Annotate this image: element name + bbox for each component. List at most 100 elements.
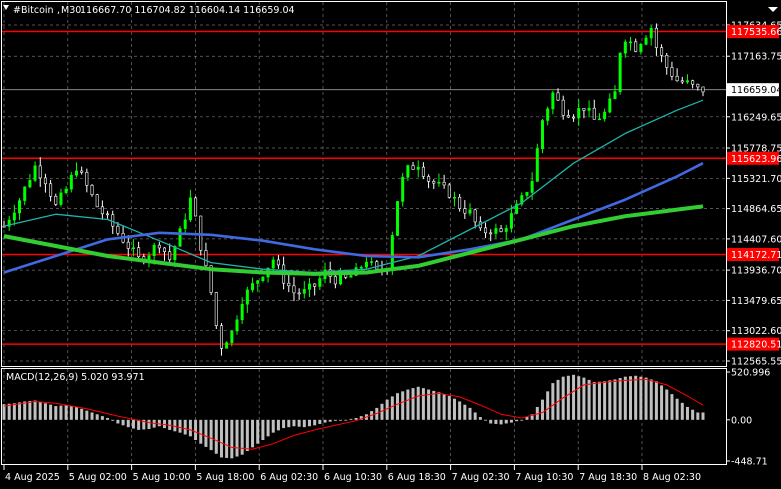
candle-body xyxy=(349,275,353,278)
candle-body xyxy=(421,166,425,177)
macd-bar xyxy=(696,412,700,420)
macd-bar xyxy=(344,419,348,421)
candle-body xyxy=(54,196,58,205)
y-tick-label: 114407.60 xyxy=(731,234,781,245)
candle-body xyxy=(43,177,47,185)
macd-bar xyxy=(623,376,627,420)
macd-bar xyxy=(194,419,198,441)
macd-bar xyxy=(292,419,296,427)
macd-bar xyxy=(401,391,405,420)
candle-body xyxy=(540,120,544,150)
macd-bar xyxy=(608,380,612,420)
macd-bar xyxy=(214,419,218,454)
candle-body xyxy=(49,183,53,197)
macd-bar xyxy=(437,392,441,420)
candle-body xyxy=(307,283,311,290)
macd-bar xyxy=(59,405,63,420)
candle-body xyxy=(214,292,218,326)
macd-bar xyxy=(240,419,244,455)
macd-bar xyxy=(33,400,37,420)
candle-body xyxy=(390,235,394,271)
macd-bar xyxy=(333,419,337,421)
macd-bar xyxy=(251,419,255,448)
macd-bar xyxy=(64,405,68,420)
macd-bar xyxy=(432,390,436,420)
y-tick-label: 116249.65 xyxy=(731,112,781,123)
macd-bar xyxy=(147,419,151,429)
macd-bar xyxy=(421,388,425,420)
macd-bar xyxy=(546,391,550,420)
macd-bar xyxy=(12,403,16,420)
candle-body xyxy=(691,80,695,85)
macd-bar xyxy=(111,419,115,421)
macd-bar xyxy=(339,419,343,421)
macd-bar xyxy=(28,401,32,420)
macd-bar xyxy=(582,377,586,420)
x-tick-label: 8 Aug 02:30 xyxy=(643,472,701,483)
macd-bar xyxy=(2,404,6,420)
x-tick-label: 7 Aug 02:30 xyxy=(452,472,510,483)
candle-body xyxy=(629,41,633,44)
macd-bar xyxy=(69,406,73,420)
x-tick-label: 6 Aug 18:30 xyxy=(388,472,446,483)
candle-body xyxy=(654,27,658,48)
macd-bar xyxy=(499,419,503,425)
candle-body xyxy=(556,92,560,101)
macd-bar xyxy=(163,419,167,429)
candle-body xyxy=(530,181,534,193)
macd-bar xyxy=(54,406,58,420)
x-tick-label: 7 Aug 10:30 xyxy=(515,472,573,483)
macd-bar xyxy=(100,416,104,420)
macd-bar xyxy=(225,419,229,458)
x-tick-label: 5 Aug 02:00 xyxy=(69,472,127,483)
candle-body xyxy=(675,75,679,82)
macd-bar xyxy=(266,419,270,437)
macd-bar xyxy=(494,419,498,424)
macd-bar xyxy=(592,382,596,420)
macd-bar xyxy=(23,401,27,420)
macd-bar xyxy=(396,393,400,420)
candle-body xyxy=(494,228,498,234)
candle-body xyxy=(613,91,617,100)
candle-body xyxy=(251,283,255,291)
candle-body xyxy=(116,225,120,234)
candle-body xyxy=(204,250,208,267)
macd-bar xyxy=(556,379,560,420)
candle-body xyxy=(230,330,234,343)
macd-bar xyxy=(38,401,42,420)
macd-bar xyxy=(183,419,187,435)
macd-bar xyxy=(95,414,99,420)
trading-chart[interactable]: 117634.65117163.75116249.65115778.751153… xyxy=(0,0,781,489)
candle-body xyxy=(458,196,462,209)
candle-body xyxy=(572,116,576,119)
macd-bar xyxy=(660,385,664,420)
macd-bar xyxy=(126,419,130,428)
candle-body xyxy=(80,170,84,173)
candle-body xyxy=(489,232,493,235)
candle-body xyxy=(302,289,306,294)
candle-body xyxy=(603,111,607,120)
macd-bar xyxy=(484,419,488,421)
macd-bar xyxy=(416,386,420,420)
macd-bar xyxy=(411,388,415,420)
macd-bar xyxy=(613,379,617,420)
candle-body xyxy=(18,200,22,214)
candle-body xyxy=(168,251,172,261)
candle-body xyxy=(235,319,239,332)
macd-bar xyxy=(654,381,658,420)
macd-bar xyxy=(74,406,78,420)
candle-body xyxy=(245,289,249,305)
macd-bar xyxy=(276,419,280,431)
macd-bar xyxy=(173,419,177,432)
macd-title: MACD(12,26,9) 5.020 93.971 xyxy=(6,372,145,383)
symbol-label: #Bitcoin xyxy=(13,5,54,16)
candle-body xyxy=(535,148,539,182)
candle-body xyxy=(680,80,684,83)
candle-body xyxy=(111,214,115,227)
macd-bar xyxy=(634,375,638,420)
macd-bar xyxy=(639,376,643,420)
candle-body xyxy=(452,196,456,199)
macd-bar xyxy=(7,403,11,420)
macd-bar xyxy=(178,419,182,433)
macd-bar xyxy=(282,419,286,429)
